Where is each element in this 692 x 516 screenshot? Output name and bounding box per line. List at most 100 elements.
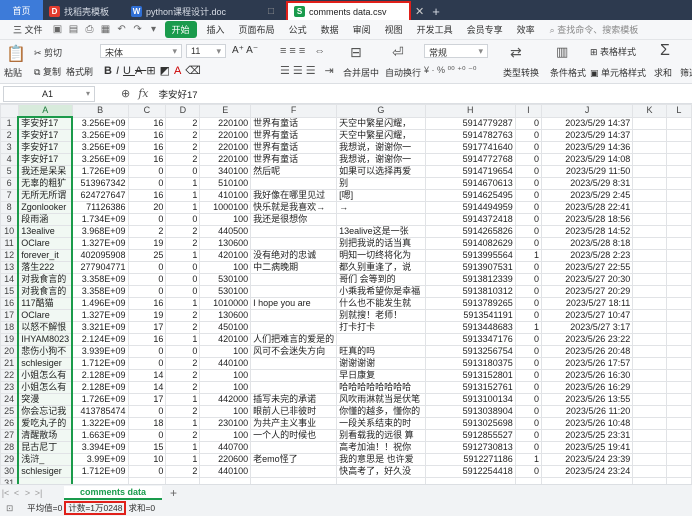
cell[interactable]: 13ealive [17, 225, 74, 238]
cell[interactable]: 530100 [199, 273, 252, 286]
cell[interactable]: 我的意思是 也许爱 [336, 453, 426, 466]
cell[interactable]: 3.394E+09 [71, 441, 129, 454]
cell[interactable]: 2023/5/29 11:50 [540, 165, 634, 178]
cell[interactable] [665, 201, 692, 214]
cell[interactable]: 510100 [199, 177, 252, 190]
cell[interactable]: 2023/5/27 22:55 [540, 261, 634, 274]
cell[interactable]: 5914494959 [424, 201, 516, 214]
cell[interactable]: 老emo怪了 [250, 453, 338, 466]
cell[interactable] [665, 441, 692, 454]
cell[interactable]: 0 [127, 213, 167, 226]
cell[interactable]: 3.256E+09 [71, 116, 129, 130]
cell[interactable]: 3.968E+09 [71, 225, 129, 238]
sum-icon[interactable]: Σ [660, 42, 670, 60]
cell[interactable]: 一段关系结束的时 [336, 417, 426, 430]
cell[interactable]: 0 [514, 345, 542, 358]
column-header[interactable]: E [199, 104, 252, 118]
cell[interactable]: 3.256E+09 [71, 153, 129, 166]
cell[interactable]: 1.712E+09 [71, 465, 129, 478]
cell[interactable] [665, 189, 692, 202]
menu-efficiency[interactable]: 效率 [510, 23, 542, 36]
prev-sheet-icon[interactable]: < [11, 488, 22, 498]
row-header[interactable]: 29 [0, 453, 19, 466]
cell[interactable]: 5914779287 [424, 116, 516, 130]
cell[interactable]: 0 [514, 261, 542, 274]
row-header[interactable]: 30 [0, 465, 19, 478]
font-style-buttons[interactable]: BIUA⊞◩A⌫ [104, 64, 205, 77]
cell[interactable]: 0 [165, 261, 201, 274]
cell[interactable]: 0 [127, 429, 167, 442]
cell[interactable]: 1 [165, 297, 201, 310]
cell[interactable]: 2023/5/29 2:45 [540, 189, 634, 202]
row-header[interactable]: 26 [0, 417, 19, 430]
menu-formula[interactable]: 公式 [282, 23, 314, 36]
cell[interactable]: 5913907531 [424, 261, 516, 274]
cell[interactable]: 2 [165, 237, 201, 250]
column-header[interactable]: B [71, 104, 129, 118]
cell[interactable]: 都久别重逢了，说 [336, 261, 426, 274]
cell[interactable] [632, 201, 667, 214]
cell[interactable]: 2 [165, 321, 201, 334]
preview-icon[interactable]: ▦ [101, 24, 111, 35]
cell[interactable]: 一个人的时候也 [250, 429, 338, 442]
cell[interactable] [632, 297, 667, 310]
dropdown-icon[interactable]: ▾ [149, 24, 159, 35]
cell[interactable] [632, 381, 667, 394]
zoom-icon[interactable]: ⊕ [121, 87, 130, 100]
cell[interactable]: 220100 [199, 153, 252, 166]
cell[interactable]: 2023/5/29 8:31 [540, 177, 634, 190]
cell[interactable]: 0 [165, 273, 201, 286]
cell[interactable]: 420100 [199, 333, 252, 346]
tab-close-icon[interactable]: ✕ [415, 2, 424, 20]
row-header[interactable]: 19 [0, 333, 19, 346]
column-header[interactable]: F [250, 104, 338, 118]
cell[interactable]: 5914782763 [424, 129, 516, 142]
cell[interactable]: 5914265826 [424, 225, 516, 238]
cell[interactable]: 什么也不能发生就 [336, 297, 426, 310]
row-header[interactable]: 5 [0, 165, 19, 178]
cell[interactable] [632, 273, 667, 286]
fill-color-icon[interactable]: ◩ [160, 65, 174, 77]
cell[interactable]: 2 [165, 405, 201, 418]
cell[interactable] [632, 369, 667, 382]
cell[interactable]: 5913256754 [424, 345, 516, 358]
cell[interactable]: 18 [127, 417, 167, 430]
cell[interactable]: 世界有童话 [250, 129, 338, 142]
paste-icon[interactable]: 📋 [6, 44, 26, 64]
undo-icon[interactable]: ↶ [117, 24, 127, 35]
cell[interactable]: 世界有童话 [250, 141, 338, 154]
filter-button[interactable]: 筛选 [680, 66, 692, 79]
tab-csv[interactable]: S comments data.csv [286, 1, 411, 20]
cell[interactable]: 我好像在哪里见过 [250, 189, 338, 202]
cell[interactable]: 以怒不解恨 [17, 321, 74, 334]
cell[interactable] [632, 237, 667, 250]
cell[interactable]: 0 [514, 189, 542, 202]
cell[interactable] [632, 225, 667, 238]
cell[interactable]: 5914772768 [424, 153, 516, 166]
copy-button[interactable]: ⧉ 复制 [34, 65, 61, 78]
cell[interactable] [250, 285, 338, 298]
cell[interactable]: 1 [165, 189, 201, 202]
cell[interactable]: IHYAM8023 [17, 333, 74, 346]
row-header[interactable]: 24 [0, 393, 19, 406]
cell[interactable]: 19 [127, 309, 167, 322]
cell[interactable]: 2 [165, 429, 201, 442]
cell[interactable] [632, 285, 667, 298]
command-search[interactable]: ⌕ 查找命令、搜索模板 [550, 23, 639, 36]
cell[interactable]: 0 [127, 405, 167, 418]
align-top-icons[interactable]: ≡≡≡ ⇔ [280, 45, 328, 57]
cell[interactable] [665, 381, 692, 394]
cell[interactable]: 0 [514, 465, 542, 478]
column-header[interactable]: I [514, 104, 542, 118]
cell[interactable]: 5917741640 [424, 141, 516, 154]
cell[interactable]: 16 [127, 297, 167, 310]
cell[interactable]: 100 [199, 429, 252, 442]
cell[interactable]: 0 [514, 153, 542, 166]
cell[interactable]: 别把我说的话当真 [336, 237, 426, 250]
cell[interactable]: 2 [165, 465, 201, 478]
cell[interactable]: Zgonlooker [17, 201, 74, 214]
cell[interactable]: 25 [127, 249, 167, 262]
cell[interactable]: 小姐怎么有 [17, 369, 74, 382]
cell[interactable] [250, 357, 338, 370]
row-header[interactable]: 23 [0, 381, 19, 394]
